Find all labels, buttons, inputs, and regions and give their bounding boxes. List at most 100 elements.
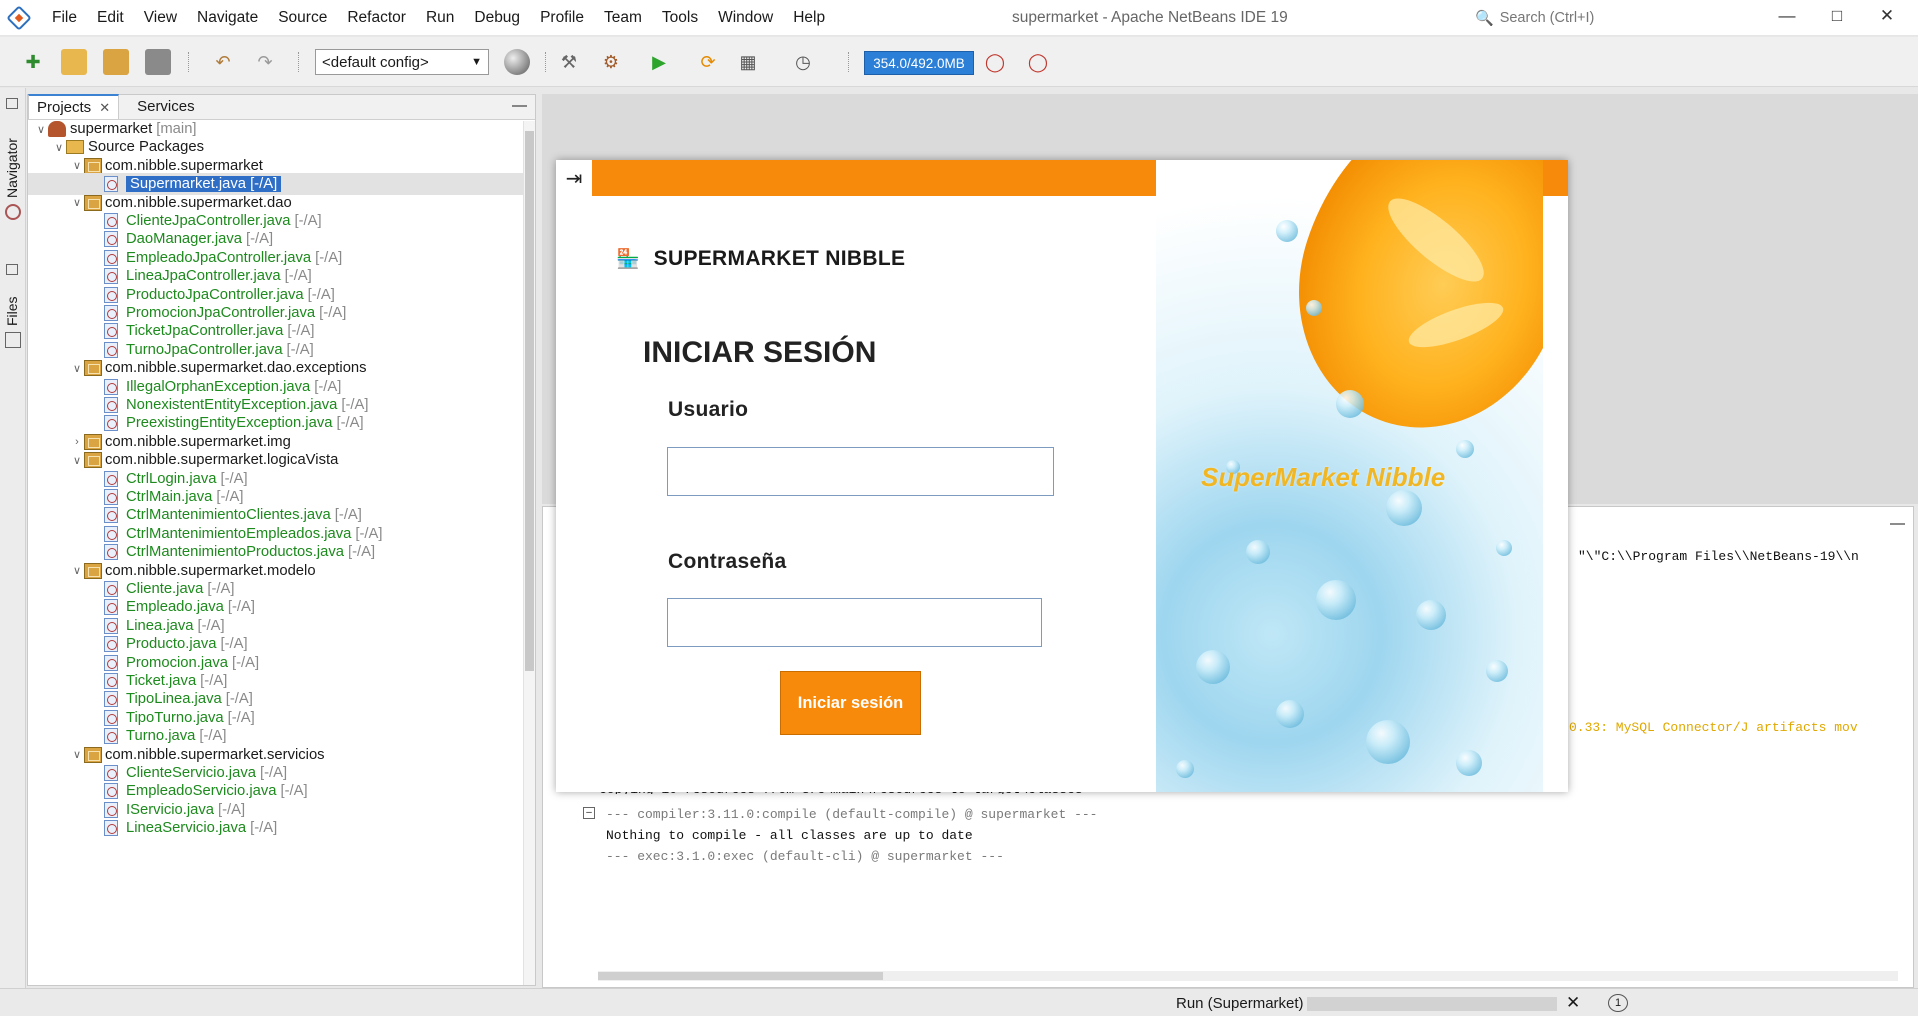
chevron-down-icon[interactable]: ∨ xyxy=(70,362,84,375)
minimize-panel-icon[interactable]: — xyxy=(512,97,527,114)
user-label: Usuario xyxy=(668,398,749,421)
config-select[interactable]: <default config> ▼ xyxy=(315,49,489,75)
password-field[interactable] xyxy=(667,598,1042,647)
tree-item-label: com.nibble.supermarket xyxy=(105,157,263,174)
tab-services-label: Services xyxy=(137,98,195,115)
menu-item-profile[interactable]: Profile xyxy=(530,9,594,27)
tree-item-label: Linea.java xyxy=(126,617,194,634)
debug-icon[interactable]: ⟳ xyxy=(695,49,721,75)
tree-item-status: [-/A] xyxy=(218,801,246,818)
chevron-down-icon[interactable]: ∨ xyxy=(70,159,84,172)
java-file-icon xyxy=(104,415,118,432)
tree-item-label: PreexistingEntityException.java xyxy=(126,415,333,432)
package-icon xyxy=(84,360,102,377)
tree-item-label: TurnoJpaController.java xyxy=(126,341,283,358)
tree-item-label: Ticket.java xyxy=(126,673,197,689)
notifications-icon[interactable]: 1 xyxy=(1608,994,1628,1012)
menu-item-tools[interactable]: Tools xyxy=(652,9,708,27)
chevron-down-icon[interactable]: ∨ xyxy=(70,454,84,467)
brand-name: SUPERMARKET NIBBLE xyxy=(653,247,906,270)
fold-toggle-icon[interactable]: – xyxy=(583,807,595,819)
tree-item-label: DaoManager.java xyxy=(126,231,242,248)
menu-item-help[interactable]: Help xyxy=(783,9,835,27)
output-hscrollbar[interactable] xyxy=(598,971,1898,981)
save-all-icon[interactable] xyxy=(145,49,171,75)
stop-run-icon[interactable]: ✕ xyxy=(1566,993,1580,1013)
chevron-down-icon[interactable]: ∨ xyxy=(70,564,84,577)
store-icon: 🏪 xyxy=(616,249,640,270)
gauge-icon[interactable]: ◷ xyxy=(790,49,816,75)
scroll-thumb[interactable] xyxy=(598,972,883,980)
main-toolbar: ✚ ↶ ↷ <default config> ▼ ⚒ ⚙ ▶ ⟳ ▦ ◷ 354… xyxy=(0,37,1918,87)
tree-item-label: EmpleadoJpaController.java xyxy=(126,249,312,266)
minimize-window-icon[interactable]: — xyxy=(1764,6,1810,26)
tree-item-label: com.nibble.supermarket.modelo xyxy=(105,562,316,579)
output-path-line: "\"C:\\Program Files\\NetBeans-19\\n xyxy=(1578,549,1859,564)
files-tab[interactable]: Files xyxy=(4,296,20,326)
java-file-icon xyxy=(104,599,118,616)
menu-item-view[interactable]: View xyxy=(134,9,187,27)
gc-icon[interactable]: ◯ xyxy=(982,49,1008,75)
tree-item-status: [-/A] xyxy=(231,654,260,671)
run-progress-bar xyxy=(1307,997,1557,1011)
chevron-down-icon[interactable]: ∨ xyxy=(34,123,48,136)
tree-item-label: com.nibble.supermarket.dao xyxy=(105,194,292,211)
tree-scrollbar[interactable] xyxy=(523,121,535,985)
menu-item-source[interactable]: Source xyxy=(268,9,337,27)
run-status-label[interactable]: Run (Supermarket) xyxy=(1176,995,1304,1012)
profiler-snapshot-icon[interactable]: ◯ xyxy=(1025,49,1051,75)
menu-item-run[interactable]: Run xyxy=(416,9,464,27)
tree-item-status: [-/A] xyxy=(347,544,376,561)
open-project-icon[interactable] xyxy=(103,49,129,75)
redo-icon[interactable]: ↷ xyxy=(252,49,278,75)
tab-projects[interactable]: Projects ✕ xyxy=(28,94,120,119)
minimize-panel-icon[interactable] xyxy=(6,98,18,109)
minimize-output-icon[interactable]: — xyxy=(1890,515,1905,532)
close-icon[interactable]: ✕ xyxy=(99,100,110,116)
package-icon xyxy=(84,746,102,763)
output-warning-line: 0.33: MySQL Connector/J artifacts mov xyxy=(1569,720,1858,735)
tab-services[interactable]: Services xyxy=(129,94,203,119)
minimize-files-icon[interactable] xyxy=(6,264,18,275)
menu-item-debug[interactable]: Debug xyxy=(464,9,530,27)
new-project-icon[interactable] xyxy=(61,49,87,75)
tree-file-item[interactable]: LineaServicio.java [-/A] xyxy=(28,817,523,839)
exit-button[interactable]: ⇥ xyxy=(556,160,592,196)
java-file-icon xyxy=(104,673,118,689)
tree-item-label: LineaJpaController.java xyxy=(126,268,281,285)
memory-indicator[interactable]: 354.0/492.0MB xyxy=(864,51,974,75)
new-file-icon[interactable]: ✚ xyxy=(20,49,46,75)
menu-item-file[interactable]: File xyxy=(42,9,87,27)
navigator-icon xyxy=(5,204,21,220)
chevron-right-icon[interactable]: › xyxy=(70,436,84,448)
clean-build-icon[interactable]: ⚙ xyxy=(598,49,624,75)
java-file-icon xyxy=(104,231,118,248)
scroll-thumb[interactable] xyxy=(525,131,534,671)
maximize-window-icon[interactable]: □ xyxy=(1814,6,1860,26)
tree-item-status: [-/A] xyxy=(216,489,244,505)
login-button[interactable]: Iniciar sesión xyxy=(780,671,921,735)
chevron-down-icon[interactable]: ∨ xyxy=(70,196,84,209)
menu-item-refactor[interactable]: Refactor xyxy=(337,9,416,27)
profile-icon[interactable]: ▦ xyxy=(735,49,761,75)
java-file-icon xyxy=(104,323,118,340)
tree-item-label: CtrlMain.java xyxy=(126,489,213,505)
navigator-tab[interactable]: Navigator xyxy=(4,138,20,198)
web-browser-icon[interactable] xyxy=(504,49,530,75)
search-box[interactable]: 🔍 xyxy=(1475,6,1750,30)
run-icon[interactable]: ▶ xyxy=(646,49,672,75)
username-field[interactable] xyxy=(667,447,1054,496)
chevron-down-icon[interactable]: ∨ xyxy=(70,748,84,761)
search-input[interactable] xyxy=(1499,10,1740,26)
menu-item-window[interactable]: Window xyxy=(708,9,783,27)
menu-item-team[interactable]: Team xyxy=(594,9,652,27)
undo-icon[interactable]: ↶ xyxy=(210,49,236,75)
menu-item-edit[interactable]: Edit xyxy=(87,9,134,27)
tree-item-status: [-/A] xyxy=(336,415,364,432)
output-nothing-line: Nothing to compile - all classes are up … xyxy=(606,828,973,843)
close-window-icon[interactable]: ✕ xyxy=(1864,6,1910,26)
menu-item-navigate[interactable]: Navigate xyxy=(187,9,268,27)
java-file-icon xyxy=(104,525,118,542)
build-hammer-icon[interactable]: ⚒ xyxy=(556,49,582,75)
chevron-down-icon[interactable]: ∨ xyxy=(52,141,66,154)
